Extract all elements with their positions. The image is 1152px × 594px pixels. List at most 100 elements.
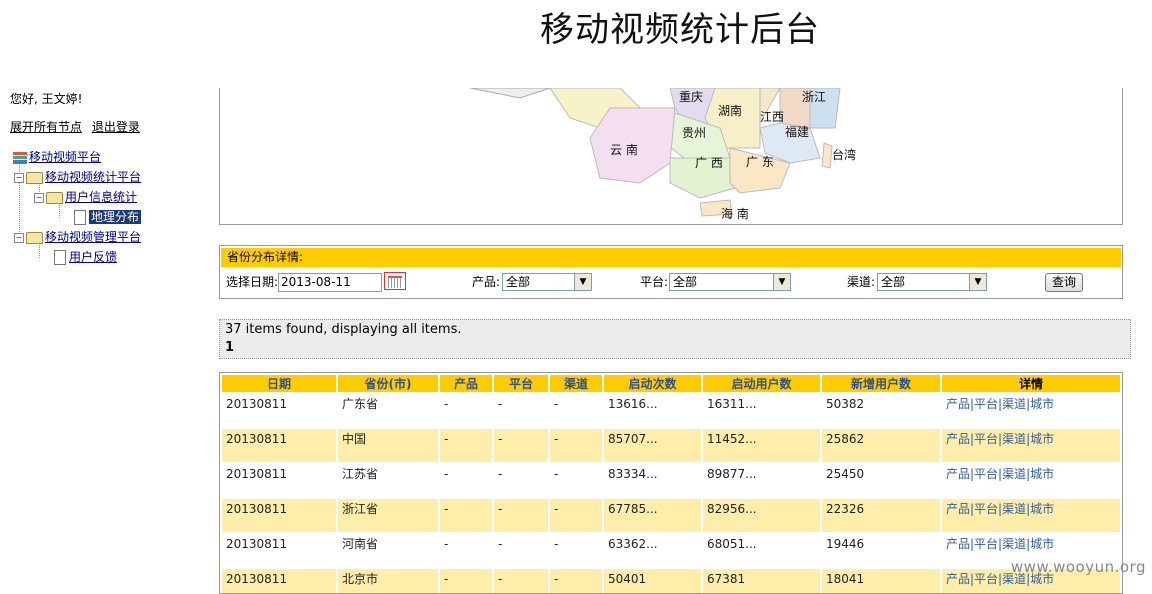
platform-select-value: 全部 bbox=[673, 275, 698, 289]
map-label: 广 西 bbox=[695, 156, 723, 170]
query-button[interactable]: 查询 bbox=[1045, 273, 1083, 292]
table-cell: 68051... bbox=[707, 537, 757, 551]
tree-label-root[interactable]: 移动视频平台 bbox=[29, 150, 101, 164]
table-cell: 20130811 bbox=[222, 569, 336, 593]
table-cell: 浙江省 bbox=[338, 499, 438, 532]
tree-node-manage-platform[interactable]: − 移动视频管理平台 bbox=[10, 228, 210, 248]
platform-label: 平台: bbox=[640, 275, 669, 289]
column-header: 启动次数 bbox=[604, 375, 701, 392]
chevron-down-icon[interactable]: ▼ bbox=[773, 274, 790, 290]
map-label: 浙江 bbox=[802, 90, 827, 104]
page-title: 移动视频统计后台 bbox=[540, 10, 820, 50]
collapse-toggle-icon[interactable]: − bbox=[34, 192, 44, 203]
filter-panel: 省份分布详情: 选择日期: 2013-08-11 产品: 全部 ▼ 平台: 全部 ▼… bbox=[219, 245, 1123, 299]
detail-links[interactable]: 产品|平台|渠道|城市 bbox=[942, 464, 1120, 497]
tree-node-root[interactable]: 移动视频平台 bbox=[10, 148, 210, 168]
table-row: 20130811 浙江省 - - -67785... 82956... 22326 产品|平台… bbox=[222, 499, 1120, 532]
date-input[interactable]: 2013-08-11 bbox=[278, 273, 382, 292]
table-cell: 北京市 bbox=[338, 569, 438, 593]
table-cell: - bbox=[550, 429, 602, 462]
tree-node-user-feedback[interactable]: 用户反馈 bbox=[10, 248, 210, 268]
table-row: 20130811 广东省 - - - 13616... 16311... 50382 产品|平台… bbox=[222, 394, 1120, 427]
date-label: 选择日期: bbox=[226, 275, 279, 289]
channel-select[interactable]: 全部 ▼ bbox=[877, 273, 987, 291]
channel-label: 渠道: bbox=[847, 275, 876, 289]
map-label: 福建 bbox=[785, 125, 810, 139]
map-region bbox=[821, 142, 833, 169]
column-header: 新增用户数 bbox=[822, 375, 940, 392]
tree-label-manage-platform[interactable]: 移动视频管理平台 bbox=[45, 230, 141, 244]
map-label: 湖南 bbox=[718, 104, 743, 118]
detail-links[interactable]: 产品|平台|渠道|城市 bbox=[942, 429, 1120, 462]
document-icon bbox=[54, 250, 66, 265]
table-cell: 广东省 bbox=[342, 397, 379, 411]
table-body: 20130811 广东省 - - -13616... 16311... 50382 产品|平台… bbox=[222, 394, 1120, 593]
china-map-panel: 重庆 浙江 湖南 江西 福建 贵州 台湾 云 南 广 西 广 东 海 南 bbox=[219, 88, 1123, 225]
table-cell: - bbox=[554, 467, 559, 481]
tree-node-user-info-stats[interactable]: − 用户信息统计 bbox=[10, 188, 210, 208]
table-cell: - bbox=[440, 499, 492, 532]
table-cell: 25862 bbox=[822, 429, 940, 462]
table-cell: 22326 bbox=[822, 499, 940, 532]
column-header: 产品 bbox=[440, 375, 492, 392]
table-row: 20130811 北京市 - - -50401 67381 18041 产品|平台|渠道|城市 bbox=[222, 569, 1120, 593]
table-cell: 20130811 bbox=[226, 537, 288, 551]
logout-link[interactable]: 退出登录 bbox=[92, 120, 140, 134]
map-label: 重庆 bbox=[679, 90, 704, 104]
detail-links[interactable]: 产品|平台|渠道|城市 bbox=[942, 394, 1120, 427]
tree-label-stats-platform[interactable]: 移动视频统计平台 bbox=[45, 170, 141, 184]
map-label: 云 南 bbox=[610, 143, 638, 157]
table-cell: 82956... bbox=[703, 499, 820, 532]
calendar-icon[interactable] bbox=[384, 272, 406, 290]
province-table: 日期 省份(市) 产品 平台 渠道 启动次数 启动用户数 新增用户数 详情 20130811 广东… bbox=[220, 373, 1122, 593]
product-select[interactable]: 全部 ▼ bbox=[502, 273, 592, 291]
province-table-panel: 日期 省份(市) 产品 平台 渠道 启动次数 启动用户数 新增用户数 详情 20130811 广东… bbox=[219, 372, 1123, 594]
tree-node-region-dist[interactable]: 地理分布 bbox=[10, 208, 210, 228]
nav-tree: 移动视频平台 − 移动视频统计平台 − 用户信息统计 地理分布 − 移动视频管理平台 … bbox=[10, 148, 210, 268]
tree-label-user-info-stats[interactable]: 用户信息统计 bbox=[65, 190, 137, 204]
table-cell: 50382 bbox=[826, 397, 865, 411]
table-cell: - bbox=[494, 429, 548, 462]
table-cell: - bbox=[498, 467, 503, 481]
collapse-toggle-icon[interactable]: − bbox=[14, 172, 24, 183]
product-select-value: 全部 bbox=[506, 275, 531, 289]
table-cell: - bbox=[554, 537, 559, 551]
document-icon bbox=[74, 210, 86, 225]
table-cell: - bbox=[550, 499, 602, 532]
filter-header: 省份分布详情: bbox=[221, 248, 1121, 267]
table-cell: 20130811 bbox=[226, 467, 288, 481]
collapse-toggle-icon[interactable]: − bbox=[14, 232, 24, 243]
table-cell: - bbox=[440, 429, 492, 462]
detail-links[interactable]: 产品|平台|渠道|城市 bbox=[942, 499, 1120, 532]
table-cell: 89877... bbox=[707, 467, 757, 481]
table-cell: 18041 bbox=[822, 569, 940, 593]
table-cell: 中国 bbox=[338, 429, 438, 462]
map-label: 台湾 bbox=[832, 148, 857, 162]
result-summary: 37 items found, displaying all items. 1 bbox=[219, 319, 1131, 359]
table-cell: - bbox=[550, 569, 602, 593]
table-cell: - bbox=[444, 467, 449, 481]
tree-label-region-dist[interactable]: 地理分布 bbox=[89, 210, 142, 224]
table-cell: 83334... bbox=[608, 467, 658, 481]
table-cell: 85707... bbox=[604, 429, 701, 462]
expand-all-link[interactable]: 展开所有节点 bbox=[10, 120, 82, 134]
table-row: 20130811 河南省 - - -63362... 68051... 19446 产品|平台… bbox=[222, 534, 1120, 567]
table-cell: - bbox=[498, 537, 503, 551]
platform-select[interactable]: 全部 ▼ bbox=[669, 273, 791, 291]
chevron-down-icon[interactable]: ▼ bbox=[574, 274, 591, 290]
table-cell: 25450 bbox=[826, 467, 865, 481]
column-header: 省份(市) bbox=[338, 375, 438, 392]
table-cell: 20130811 bbox=[222, 499, 336, 532]
table-cell: - bbox=[494, 499, 548, 532]
tree-node-stats-platform[interactable]: − 移动视频统计平台 bbox=[10, 168, 210, 188]
table-cell: - bbox=[444, 397, 449, 411]
table-cell: 63362... bbox=[608, 537, 658, 551]
greeting-text: 您好, 王文婷! bbox=[10, 92, 83, 106]
table-cell: 19446 bbox=[826, 537, 865, 551]
table-cell: 67785... bbox=[604, 499, 701, 532]
tree-label-user-feedback[interactable]: 用户反馈 bbox=[69, 250, 117, 264]
chevron-down-icon[interactable]: ▼ bbox=[969, 274, 986, 290]
table-cell: - bbox=[554, 397, 559, 411]
pagination-current[interactable]: 1 bbox=[225, 339, 1125, 357]
table-cell: 20130811 bbox=[226, 397, 288, 411]
